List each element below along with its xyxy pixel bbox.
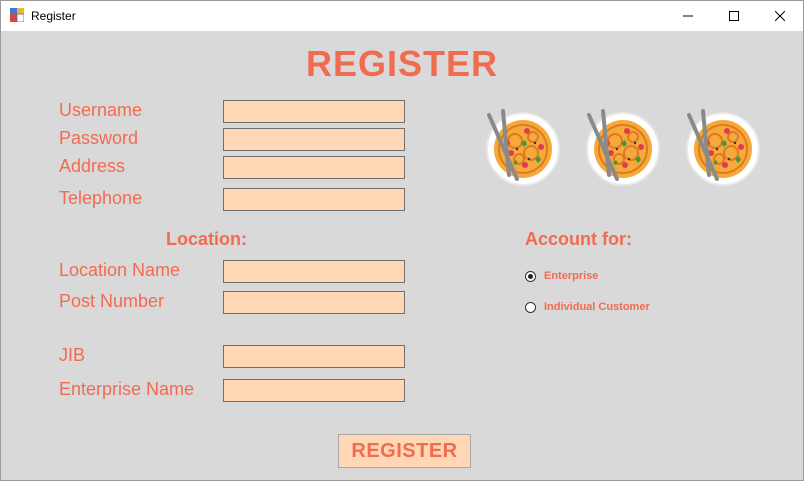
location-name-field[interactable] xyxy=(223,260,405,283)
radio-individual-customer-control[interactable] xyxy=(525,301,536,313)
username-field[interactable] xyxy=(223,100,405,123)
maximize-icon xyxy=(729,11,739,21)
maximize-button[interactable] xyxy=(711,1,757,31)
radio-individual-customer[interactable]: Individual Customer xyxy=(525,301,650,313)
enterprise-name-label: Enterprise Name xyxy=(59,379,195,399)
account-heading: Account for: xyxy=(525,229,632,249)
minimize-icon xyxy=(683,15,693,17)
address-label: Address xyxy=(59,156,126,176)
noodle-bowl-icon xyxy=(686,109,760,186)
password-label: Password xyxy=(59,128,139,148)
noodle-bowl-icon xyxy=(486,109,560,186)
password-field[interactable] xyxy=(223,128,405,151)
jib-field[interactable] xyxy=(223,345,405,368)
close-button[interactable] xyxy=(757,1,803,31)
title-bar: Register xyxy=(1,1,803,31)
radio-enterprise-label[interactable]: Enterprise xyxy=(544,270,598,282)
radio-enterprise[interactable]: Enterprise xyxy=(525,270,598,282)
radio-enterprise-control[interactable] xyxy=(525,270,536,282)
register-button[interactable]: REGISTER xyxy=(338,434,471,468)
address-field[interactable] xyxy=(223,156,405,179)
close-icon xyxy=(775,11,785,21)
form-area: REGISTER Username Password Address Telep… xyxy=(1,31,803,480)
jib-label: JIB xyxy=(59,345,86,365)
location-heading: Location: xyxy=(166,229,247,249)
noodle-bowl-icon xyxy=(586,109,660,186)
enterprise-name-field[interactable] xyxy=(223,379,405,402)
telephone-label: Telephone xyxy=(59,188,143,208)
post-number-label: Post Number xyxy=(59,291,165,311)
window-title: Register xyxy=(31,9,76,23)
post-number-field[interactable] xyxy=(223,291,405,314)
radio-individual-customer-label[interactable]: Individual Customer xyxy=(544,301,650,313)
location-name-label: Location Name xyxy=(59,260,181,280)
page-title: REGISTER xyxy=(305,43,499,84)
telephone-field[interactable] xyxy=(223,188,405,211)
minimize-button[interactable] xyxy=(665,1,711,31)
app-icon xyxy=(10,8,24,22)
username-label: Username xyxy=(59,100,143,120)
register-window: Register REGISTER Username Password Addr… xyxy=(0,0,804,481)
